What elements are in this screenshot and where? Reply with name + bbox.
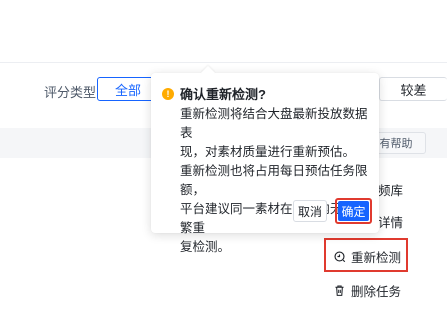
- popover-line-3: 重新检测也将占用每日预估任务限额，: [180, 164, 368, 197]
- confirm-button-label: 确定: [341, 204, 366, 219]
- delete-task-label: 删除任务: [351, 285, 402, 299]
- filter-option-all[interactable]: 全部: [97, 77, 159, 101]
- menu-item-detail-partial[interactable]: 详情: [378, 212, 403, 231]
- popover-line-1: 重新检测将结合大盘最新投放数据表: [180, 107, 368, 140]
- popover-line-5: 复检测。: [180, 240, 231, 254]
- cancel-button-label: 取消: [297, 204, 322, 219]
- confirm-button[interactable]: 确定: [338, 201, 369, 221]
- header-divider: [0, 62, 447, 63]
- confirm-button-highlight: 确定: [335, 198, 372, 224]
- filter-option-poor-label: 较差: [400, 82, 427, 98]
- menu-item-library-partial[interactable]: 频库: [378, 180, 403, 199]
- popover-arrow: [200, 65, 216, 81]
- recheck-confirm-popover: ! 确认重新检测? 重新检测将结合大盘最新投放数据表 现，对素材质量进行重新预估…: [151, 65, 379, 254]
- popover-body: 重新检测将结合大盘最新投放数据表 现，对素材质量进行重新预估。 重新检测也将占用…: [180, 105, 372, 257]
- filter-option-poor[interactable]: 较差: [379, 77, 447, 101]
- warning-icon: !: [162, 88, 174, 100]
- helpful-button-label: 有帮助: [379, 138, 413, 150]
- filter-option-all-label: 全部: [114, 82, 141, 98]
- cancel-button[interactable]: 取消: [293, 200, 327, 222]
- popover-title: 确认重新检测?: [180, 87, 266, 102]
- trash-icon: [335, 285, 344, 296]
- menu-item-detail-label: 详情: [378, 216, 404, 230]
- delete-task-menu-item[interactable]: 删除任务: [333, 281, 401, 300]
- popover-line-2: 现，对素材质量进行重新预估。: [180, 145, 356, 159]
- menu-item-library-label: 频库: [378, 184, 404, 198]
- score-type-label: 评分类型: [44, 85, 97, 100]
